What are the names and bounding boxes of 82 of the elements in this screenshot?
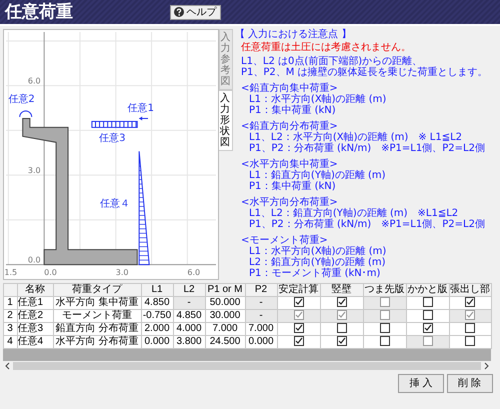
section-title: <鉛直方向分布荷重> [240, 120, 339, 132]
axis-tick-label: 6.0 [186, 268, 200, 277]
column-header: かかと版 [406, 283, 449, 296]
checkbox[interactable] [422, 323, 432, 334]
checkbox[interactable] [465, 336, 475, 346]
table-cell: 0.000 [141, 335, 173, 348]
table-cell: 4.850 [141, 296, 173, 309]
section-title: <鉛直方向集中荷重> [240, 82, 339, 94]
section-title: <モーメント荷重> [240, 234, 329, 246]
note-text: P1、P2：分布荷重 (kN/m) ※P1=L1側、P2=L2側 [248, 142, 486, 154]
load-label: 任意４ [100, 198, 130, 209]
table-cell: 0.000 [245, 335, 277, 348]
note-text: P1：集中荷重 (kN) [248, 180, 337, 192]
note-text: L1、L2 は0点(前面下端部)からの距離、 [240, 56, 424, 66]
column-header: L2 [173, 283, 205, 296]
checkbox[interactable] [422, 297, 432, 308]
load-label: 任意2 [8, 94, 34, 105]
note-text: P1：モーメント荷重 (kN･m) [248, 268, 380, 278]
row-number: 4 [3, 335, 17, 348]
note-text: L1：鉛直方向(Y軸)の距離 (m) [248, 170, 387, 180]
side-tab[interactable]: 入力参考図 [218, 28, 232, 90]
checkbox[interactable] [294, 336, 304, 346]
axis-tick-label: 0.0 [44, 268, 56, 277]
checkbox[interactable] [380, 336, 390, 346]
row-number: 1 [3, 296, 17, 309]
note-text: L1：水平方向(X軸)の距離 (m) [248, 94, 388, 104]
axis-tick-label: 1.5 [4, 268, 17, 277]
help-button[interactable]: ヘルプ [170, 4, 220, 20]
row-number: 2 [3, 309, 17, 322]
notes-heading: 【 入力における注意点 】 [235, 28, 352, 40]
table-cell: 30.000 [205, 309, 245, 322]
help-icon [174, 7, 184, 17]
table-cell: 3.800 [173, 335, 205, 348]
note-text: L1：水平方向(X軸)の距離 (m) [248, 246, 388, 256]
scrollbar-thumb[interactable] [12, 362, 480, 370]
note-text: L2：鉛直方向(Y軸)の距離 (m) [248, 256, 387, 268]
load-label: 任意1 [127, 102, 154, 114]
column-header: 名称 [17, 283, 53, 296]
checkbox[interactable] [294, 297, 304, 308]
table-cell: -0.750 [141, 309, 173, 322]
table-cell: 4.850 [173, 309, 205, 322]
column-header: L1 [141, 283, 173, 296]
note-text: P1：集中荷重 (kN) [248, 104, 337, 116]
action-button[interactable]: 挿 入 [398, 374, 444, 393]
note-text: P1、P2：分布荷重 (kN/m) ※P1=L1側、P2=L2側 [248, 218, 486, 230]
section-title: <水平方向分布荷重> [240, 196, 339, 208]
table-cell: 24.500 [205, 335, 245, 348]
axis-tick-label: 6.0 [27, 76, 40, 86]
axis-tick-label: 0.0 [27, 255, 40, 264]
table-cell: 7.000 [245, 322, 277, 335]
note-text: L1、L2：鉛直方向(Y軸)の距離 (m) ※L1≦L2 [248, 208, 460, 218]
table-cell: モーメント荷重 [53, 309, 141, 322]
load-label: 任意3 [98, 132, 125, 144]
axis-tick-label: 3.0 [115, 268, 128, 277]
checkbox[interactable] [294, 323, 304, 334]
section-title: <水平方向集中荷重> [240, 158, 339, 170]
table-cell: 2.000 [141, 322, 173, 335]
column-header: つま先版 [363, 283, 406, 296]
row-number: 3 [3, 322, 17, 335]
side-tab[interactable]: 入力形状図 [218, 90, 232, 150]
moment-load-drawing [18, 110, 32, 117]
point-load-arrow [138, 116, 148, 120]
table-cell: 50.000 [205, 296, 245, 309]
checkbox[interactable] [336, 297, 346, 308]
checkbox[interactable] [380, 323, 390, 334]
checkbox[interactable] [336, 336, 346, 346]
action-button[interactable]: 削 除 [446, 374, 492, 393]
checkbox[interactable] [465, 323, 475, 334]
checkbox[interactable] [336, 323, 346, 334]
table-cell: 7.000 [205, 322, 245, 335]
note-text: P1、P2、M は擁壁の躯体延長を乗じた荷重とします。 [240, 66, 489, 78]
axis-tick-label: 3.0 [27, 166, 40, 175]
note-text: L1、L2：水平方向(X軸)の距離 (m) ※ L1≦L2 [248, 132, 464, 142]
checkbox[interactable] [422, 310, 432, 320]
distributed-load-drawing [90, 120, 138, 128]
warning-text: 任意荷重は土圧には考慮されません。 [240, 42, 412, 52]
window-title: 任意荷重 [5, 4, 73, 20]
checkbox[interactable] [465, 297, 475, 308]
scroll-left-icon[interactable] [2, 362, 12, 370]
column-header: P1 or M [205, 283, 245, 296]
column-header: P2 [245, 283, 277, 296]
table-cell: 4.000 [173, 322, 205, 335]
